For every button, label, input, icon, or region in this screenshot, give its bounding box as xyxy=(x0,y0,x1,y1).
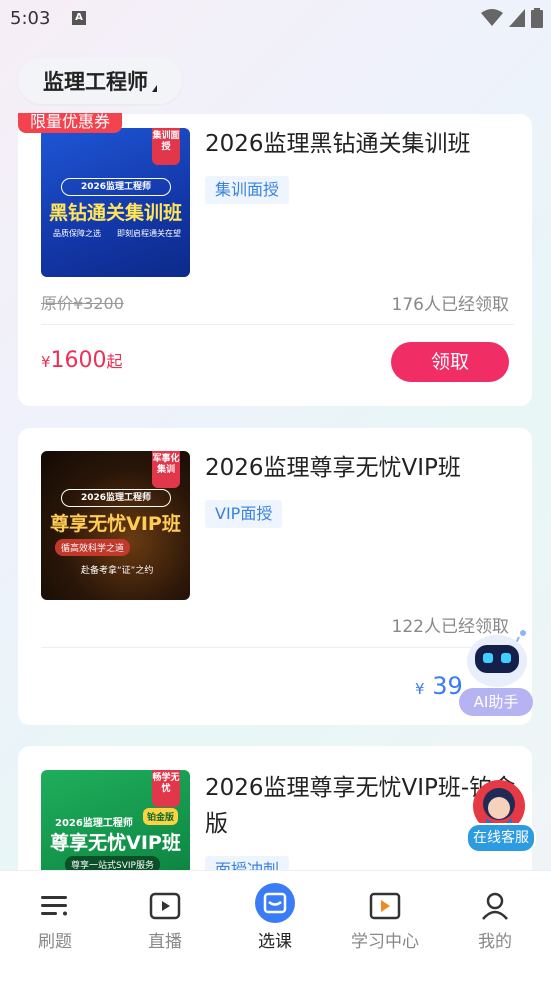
price-suffix: 起 xyxy=(106,352,123,371)
thumb-corner-badge: 军事化集训 xyxy=(152,451,180,488)
customer-service-label[interactable]: 在线客服 xyxy=(466,823,536,853)
course-thumbnail: 军事化集训 2026监理工程师 尊享无忧VIP班 循高效科学之道 赴备考拿“证”… xyxy=(41,451,190,600)
battery-icon xyxy=(531,8,543,28)
thumb-headline: 黑钻通关集训班 xyxy=(48,202,182,224)
thumb-headline: 尊享无忧VIP班 xyxy=(50,832,181,854)
wifi-icon xyxy=(481,9,503,26)
divider xyxy=(41,324,514,325)
price: ¥ 39 xyxy=(415,672,463,700)
thumb-badge: 铂金版 xyxy=(143,808,179,825)
nav-tab-live[interactable]: 直播 xyxy=(110,889,220,952)
nav-tab-profile[interactable]: 我的 xyxy=(440,889,550,952)
price: ¥1600起 xyxy=(41,348,123,373)
thumb-sub-left: 品质保障之选 xyxy=(53,229,101,238)
thumb-corner-badge: 畅学无忧 xyxy=(152,770,180,807)
course-tag: 集训面授 xyxy=(205,176,290,204)
category-label: 监理工程师 xyxy=(43,70,148,94)
thumb-pill: 2026监理工程师 xyxy=(61,489,171,507)
thumb-sub-right: 赴备考拿“证”之约 xyxy=(81,566,154,576)
signal-icon xyxy=(509,9,525,27)
course-card[interactable]: 集训面授 2026监理工程师 黑钻通关集训班 品质保障之选 即刻启程通关在望 2… xyxy=(18,114,532,406)
bottom-navigation: 刷题 直播 选课 学习中心 我的 xyxy=(0,870,551,981)
nav-label: 直播 xyxy=(148,932,182,952)
nav-tab-courses[interactable]: 选课 xyxy=(220,883,330,952)
nav-tab-study-center[interactable]: 学习中心 xyxy=(330,889,440,952)
promo-ribbon: 限量优惠券 xyxy=(18,113,123,133)
thumb-pill: 2026监理工程师 xyxy=(55,818,133,829)
caret-down-icon xyxy=(152,84,157,92)
user-icon xyxy=(440,889,550,923)
ai-assistant-label[interactable]: AI助手 xyxy=(459,688,533,716)
course-title: 2026监理黑钻通关集训班 xyxy=(205,131,471,157)
list-icon xyxy=(0,889,110,923)
course-card[interactable]: 畅学无忧 2026监理工程师 铂金版 尊享无忧VIP班 尊享一站式SVIP服务 … xyxy=(18,746,532,919)
nav-label: 我的 xyxy=(478,932,512,952)
nav-label: 学习中心 xyxy=(351,932,419,952)
course-thumbnail: 集训面授 2026监理工程师 黑钻通关集训班 品质保障之选 即刻启程通关在望 xyxy=(41,128,190,277)
price-symbol: ¥ xyxy=(41,353,51,371)
course-title: 2026监理尊享无忧VIP班 xyxy=(205,455,461,481)
category-selector[interactable]: 监理工程师 xyxy=(18,58,182,104)
price-value: 1600 xyxy=(50,348,107,373)
claim-button[interactable]: 领取 xyxy=(391,342,509,382)
bag-icon xyxy=(220,883,330,923)
status-time: 5:03 xyxy=(10,8,51,29)
thumb-sub-left: 循高效科学之道 xyxy=(55,539,131,556)
original-price: 原价¥3200 xyxy=(41,294,124,313)
course-tag: VIP面授 xyxy=(205,500,283,528)
notification-icon: A xyxy=(72,11,86,25)
study-icon xyxy=(330,889,440,923)
claimed-count: 176人已经领取 xyxy=(391,295,509,315)
price-symbol: ¥ xyxy=(415,680,425,698)
nav-tab-practice[interactable]: 刷题 xyxy=(0,889,110,952)
status-indicators xyxy=(481,8,543,28)
thumb-corner-badge: 集训面授 xyxy=(152,128,180,165)
thumb-headline: 尊享无忧VIP班 xyxy=(50,513,181,535)
status-bar: 5:03 A xyxy=(0,0,551,36)
thumb-sub-right: 即刻启程通关在望 xyxy=(117,229,181,238)
course-card[interactable]: 军事化集训 2026监理工程师 尊享无忧VIP班 循高效科学之道 赴备考拿“证”… xyxy=(18,428,532,725)
nav-label: 选课 xyxy=(258,932,292,952)
robot-icon xyxy=(467,630,527,687)
nav-label: 刷题 xyxy=(38,932,72,952)
thumb-pill: 2026监理工程师 xyxy=(61,178,171,196)
play-icon xyxy=(110,889,220,923)
divider xyxy=(41,647,514,648)
